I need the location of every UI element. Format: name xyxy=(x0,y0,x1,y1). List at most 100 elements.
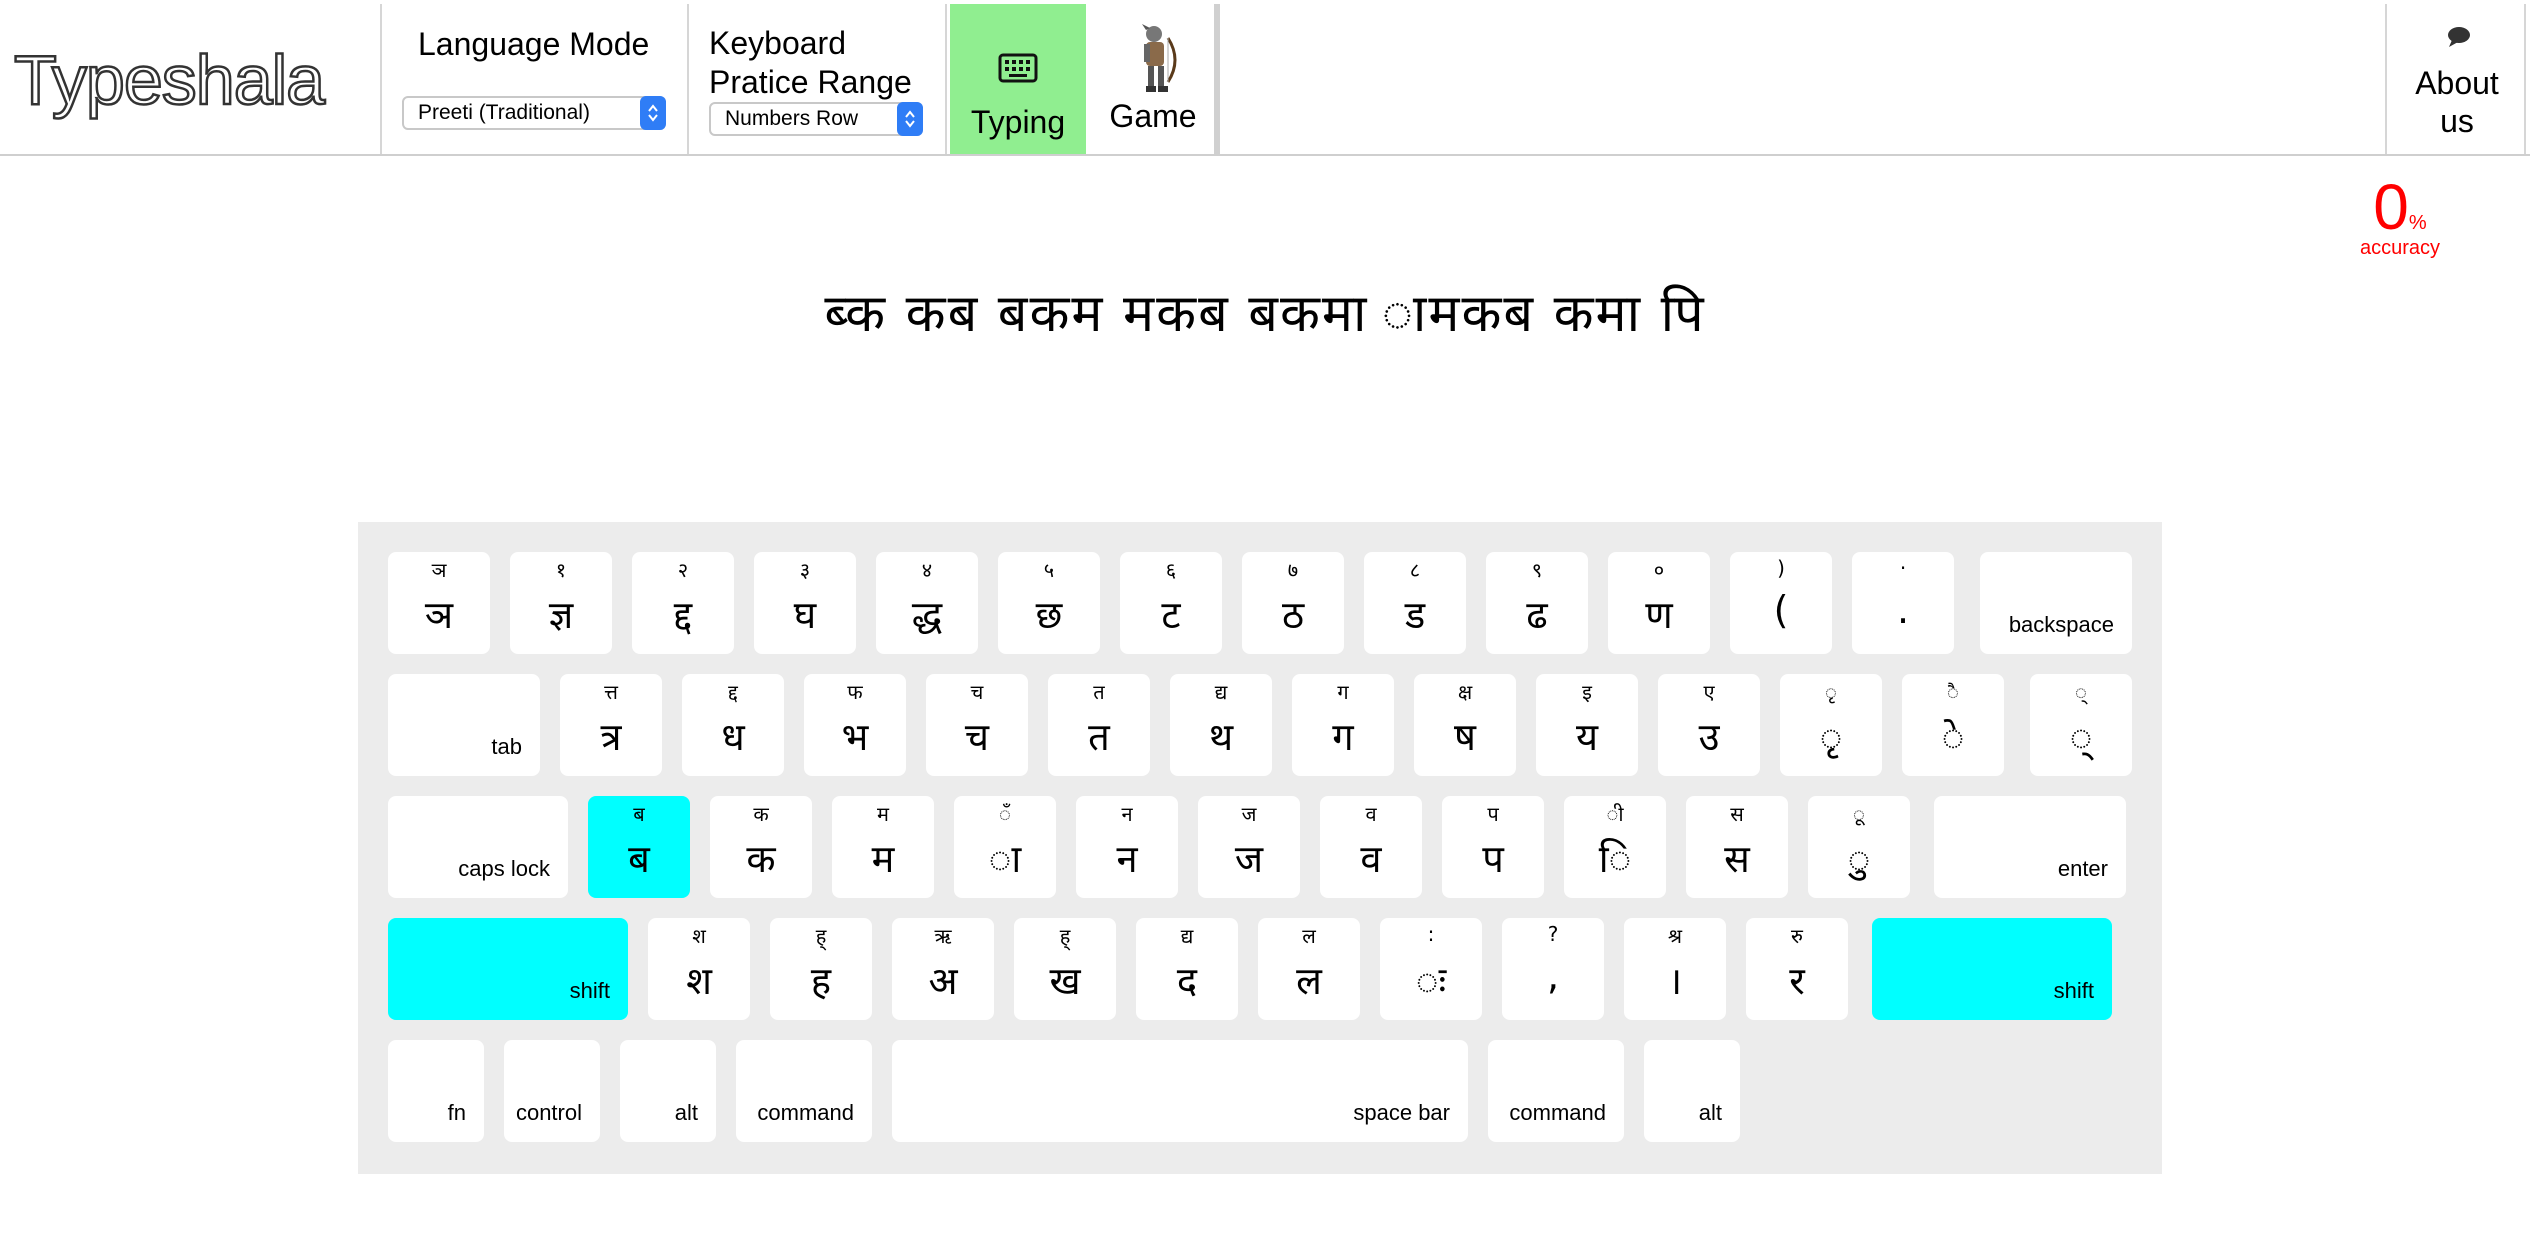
key[interactable]: पप xyxy=(1442,796,1544,898)
key-shift-char: ग xyxy=(1337,680,1349,704)
about-us-line1: About xyxy=(2415,65,2499,101)
key[interactable]: इय xyxy=(1536,674,1638,776)
key-char: अ xyxy=(928,959,958,1003)
accuracy-unit: % xyxy=(2408,212,2427,234)
left-command-key[interactable]: command xyxy=(736,1040,872,1142)
key[interactable]: वव xyxy=(1320,796,1422,898)
key[interactable]: ूु xyxy=(1808,796,1910,898)
key-char: ञ xyxy=(424,593,454,637)
key[interactable]: रु र xyxy=(1746,918,1848,1020)
key-shift-char: ० xyxy=(1653,558,1665,582)
key-char: छ xyxy=(1035,593,1063,637)
key[interactable]: ७ठ xyxy=(1242,552,1344,654)
key-shift-char: ) xyxy=(1777,556,1785,580)
key[interactable]: तत xyxy=(1048,674,1150,776)
key-shift-char: च xyxy=(970,680,984,704)
language-mode-select[interactable]: Preeti (Traditional) xyxy=(402,96,666,130)
key[interactable]: जज xyxy=(1198,796,1300,898)
key-shift-char: ८ xyxy=(1409,558,1421,582)
key[interactable]: ह् ह xyxy=(770,918,872,1020)
space-bar-key[interactable]: space bar xyxy=(892,1040,1468,1142)
key[interactable]: फभ xyxy=(804,674,906,776)
key[interactable]: ·. xyxy=(1852,552,1954,654)
key[interactable]: मम xyxy=(832,796,934,898)
key-label: tab xyxy=(491,734,522,759)
key[interactable]: द्य द xyxy=(1136,918,1238,1020)
virtual-keyboard: ञञ १ ज्ञ २ द्द ३घ ४ द्ध ५छ ६ट ७ठ ८ड ९ढ ०ण )… xyxy=(358,522,2162,1174)
tab-typing[interactable]: Typing xyxy=(950,4,1086,154)
accuracy-value: 0 xyxy=(2373,171,2409,243)
divider xyxy=(380,4,382,154)
key-shift-char: ४ xyxy=(921,558,933,582)
key-shift-char: १ xyxy=(555,558,567,582)
key[interactable]: नन xyxy=(1076,796,1178,898)
key[interactable]: ऋअ xyxy=(892,918,994,1020)
right-command-key[interactable]: command xyxy=(1488,1040,1624,1142)
key[interactable]: ८ड xyxy=(1364,552,1466,654)
key[interactable]: ँा xyxy=(954,796,1056,898)
key[interactable]: ६ट xyxy=(1120,552,1222,654)
backspace-key[interactable]: backspace xyxy=(1980,552,2132,654)
key[interactable]: ीि xyxy=(1564,796,1666,898)
key[interactable]: ०ण xyxy=(1608,552,1710,654)
key[interactable]: श्र । xyxy=(1624,918,1726,1020)
key-label: space bar xyxy=(1353,1100,1450,1125)
key[interactable]: ्् xyxy=(2030,674,2132,776)
key[interactable]: ४ द्ध xyxy=(876,552,978,654)
tab-key[interactable]: tab xyxy=(388,674,540,776)
key-char: द्द xyxy=(673,593,693,637)
key[interactable]: :ः xyxy=(1380,918,1482,1020)
key[interactable]: १ ज्ञ xyxy=(510,552,612,654)
right-shift-key[interactable]: shift xyxy=(1872,918,2112,1020)
key[interactable]: ृृ xyxy=(1780,674,1882,776)
key[interactable]: )( xyxy=(1730,552,1832,654)
key[interactable]: गग xyxy=(1292,674,1394,776)
left-alt-key[interactable]: alt xyxy=(620,1040,716,1142)
key[interactable]: चच xyxy=(926,674,1028,776)
key[interactable]: एउ xyxy=(1658,674,1760,776)
key-shift-char: प xyxy=(1487,802,1499,826)
key[interactable]: द्द ध xyxy=(682,674,784,776)
left-shift-key[interactable]: shift xyxy=(388,918,628,1020)
enter-key[interactable]: enter xyxy=(1934,796,2126,898)
key[interactable]: ?, xyxy=(1502,918,1604,1020)
key-char: ु xyxy=(1847,837,1871,881)
key-char: घ xyxy=(793,593,817,637)
key-char: ण xyxy=(1645,593,1673,637)
key[interactable]: ३घ xyxy=(754,552,856,654)
practice-range-select[interactable]: Numbers Row xyxy=(709,102,923,136)
control-key[interactable]: control xyxy=(504,1040,600,1142)
key-shift-char: इ xyxy=(1582,680,1592,704)
key-char: क xyxy=(746,837,776,881)
brand-logo[interactable]: Typeshala xyxy=(13,40,327,121)
key-char: ा xyxy=(988,837,1022,881)
key[interactable]: ९ढ xyxy=(1486,552,1588,654)
key-highlighted[interactable]: बब xyxy=(588,796,690,898)
key-char: र xyxy=(1789,959,1805,1003)
caps-lock-key[interactable]: caps lock xyxy=(388,796,568,898)
key[interactable]: सस xyxy=(1686,796,1788,898)
right-alt-key[interactable]: alt xyxy=(1644,1040,1740,1142)
key-char: . xyxy=(1896,588,1910,632)
about-us-button[interactable]: About us xyxy=(2390,4,2524,154)
key[interactable]: ञञ xyxy=(388,552,490,654)
key[interactable]: शश xyxy=(648,918,750,1020)
key-shift-char: ज xyxy=(1241,802,1257,826)
key-shift-char: फ xyxy=(847,680,863,704)
key[interactable]: ह् ख xyxy=(1014,918,1116,1020)
key-shift-char: ृ xyxy=(1825,680,1837,704)
tab-game[interactable]: Game xyxy=(1088,4,1218,154)
key[interactable]: ५छ xyxy=(998,552,1100,654)
fn-key[interactable]: fn xyxy=(388,1040,484,1142)
key[interactable]: २ द्द xyxy=(632,552,734,654)
key[interactable]: क्ष ष xyxy=(1414,674,1516,776)
key-char: ग xyxy=(1332,715,1354,759)
key[interactable]: ैे xyxy=(1902,674,2004,776)
key[interactable]: त्त त्र xyxy=(560,674,662,776)
key[interactable]: लल xyxy=(1258,918,1360,1020)
key[interactable]: द्य थ xyxy=(1170,674,1272,776)
key-shift-char: क xyxy=(753,802,769,826)
key[interactable]: कक xyxy=(710,796,812,898)
key-char: ः xyxy=(1415,959,1447,1003)
tab-typing-label: Typing xyxy=(970,104,1066,140)
